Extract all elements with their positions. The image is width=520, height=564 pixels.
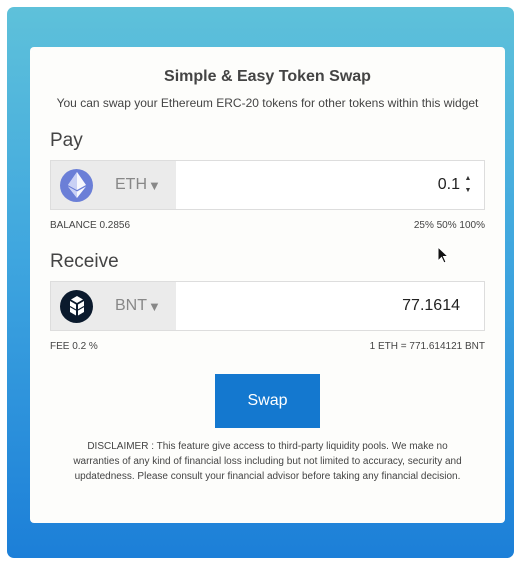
receive-token-selector[interactable]: BNT ▼	[51, 282, 176, 330]
disclaimer-text: DISCLAIMER : This feature give access to…	[73, 441, 462, 482]
percent-50-button[interactable]: 50%	[437, 220, 457, 231]
swap-card: Simple & Easy Token Swap You can swap yo…	[30, 47, 505, 523]
pay-amount-input[interactable]	[280, 176, 460, 194]
exchange-rate: 1 ETH = 771.614121 BNT	[369, 341, 485, 352]
receive-token-symbol: BNT	[115, 297, 147, 314]
stepper-up-icon[interactable]: ▲	[465, 174, 472, 184]
pay-row: ETH ▼ ▲ ▼	[50, 160, 485, 210]
percent-25-button[interactable]: 25%	[414, 220, 434, 231]
mouse-cursor-icon	[437, 245, 450, 269]
widget-background: Simple & Easy Token Swap You can swap yo…	[7, 7, 514, 558]
ethereum-icon	[60, 168, 93, 202]
pay-amount-area: ▲ ▼	[176, 161, 484, 209]
swap-button[interactable]: Swap	[215, 374, 320, 428]
pay-label: Pay	[50, 130, 83, 151]
chevron-down-icon: ▼	[148, 177, 161, 193]
chevron-down-icon: ▼	[148, 298, 161, 314]
receive-label: Receive	[50, 251, 119, 272]
amount-stepper[interactable]: ▲ ▼	[462, 174, 474, 196]
fee-text: FEE 0.2 %	[50, 341, 98, 352]
pay-token-symbol: ETH	[115, 176, 147, 193]
widget-subtitle: You can swap your Ethereum ERC-20 tokens…	[56, 96, 479, 110]
receive-amount-area: 77.1614	[176, 282, 484, 330]
receive-amount-value: 77.1614	[402, 297, 460, 314]
stepper-down-icon[interactable]: ▼	[465, 186, 472, 196]
widget-title: Simple & Easy Token Swap	[164, 68, 371, 85]
percent-options: 25% 50% 100%	[414, 220, 485, 231]
pay-balance: BALANCE 0.2856	[50, 220, 131, 231]
percent-100-button[interactable]: 100%	[459, 220, 485, 231]
pay-token-selector[interactable]: ETH ▼	[51, 161, 176, 209]
receive-row: BNT ▼ 77.1614	[50, 281, 485, 331]
bancor-icon	[60, 289, 93, 323]
